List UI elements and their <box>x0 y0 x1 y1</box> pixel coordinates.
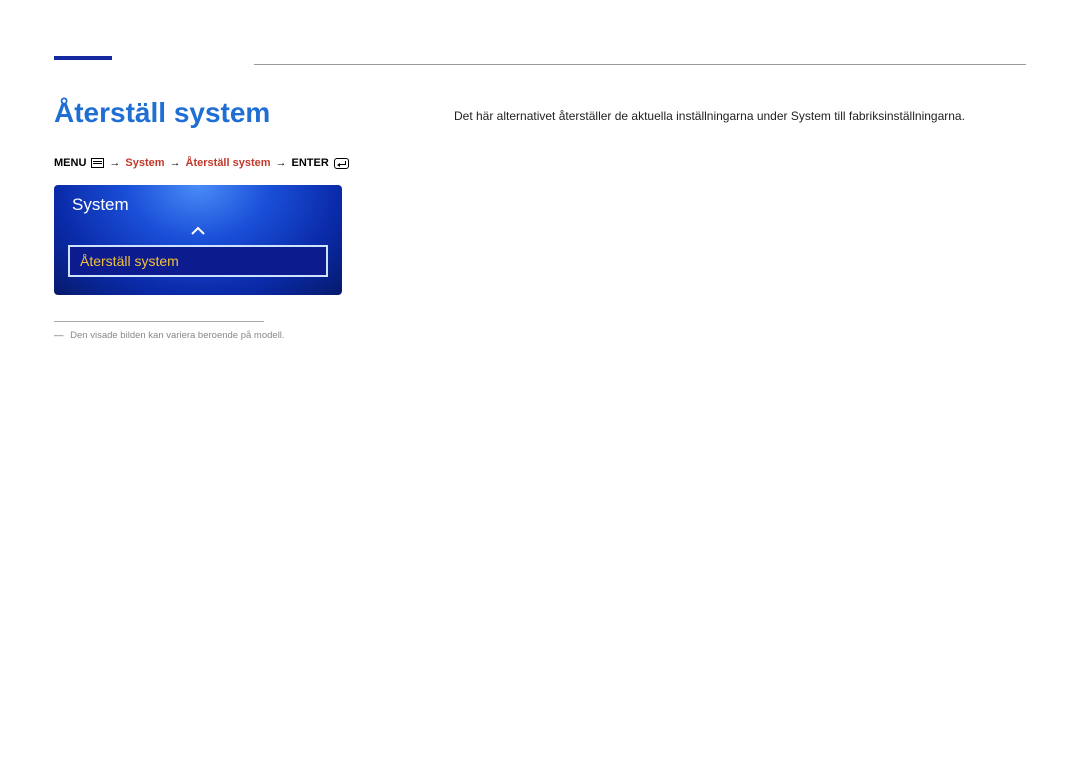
osd-item-reset-system[interactable]: Återställ system <box>68 245 328 277</box>
footnote-rule <box>54 321 264 322</box>
breadcrumb-arrow-1: → <box>109 157 120 169</box>
page-title: Återställ system <box>54 97 394 129</box>
breadcrumb-enter-label: ENTER <box>292 157 329 169</box>
right-column: Det här alternativet återställer de aktu… <box>454 97 1026 341</box>
osd-up-arrow[interactable] <box>54 221 342 245</box>
breadcrumb-item-system: System <box>125 157 164 169</box>
menu-icon <box>91 158 104 168</box>
horizontal-rule <box>254 64 1026 65</box>
content-area: Återställ system MENU → System → Återstä… <box>54 97 1026 341</box>
breadcrumb-arrow-2: → <box>170 157 181 169</box>
footnote-text: Den visade bilden kan variera beroende p… <box>70 330 284 341</box>
accent-bar <box>54 56 112 60</box>
footnote-dash: ― <box>54 330 64 341</box>
breadcrumb-arrow-3: → <box>276 157 287 169</box>
description-text: Det här alternativet återställer de aktu… <box>454 107 1026 125</box>
osd-panel-title: System <box>54 185 342 221</box>
breadcrumb-menu-label: MENU <box>54 157 86 169</box>
osd-panel: System Återställ system <box>54 185 342 295</box>
chevron-up-icon <box>190 226 206 236</box>
breadcrumb-item-reset: Återställ system <box>186 157 271 169</box>
footnote: ― Den visade bilden kan variera beroende… <box>54 330 394 341</box>
breadcrumb: MENU → System → Återställ system → ENTER <box>54 157 394 169</box>
left-column: Återställ system MENU → System → Återstä… <box>54 97 394 341</box>
enter-icon <box>334 158 349 169</box>
